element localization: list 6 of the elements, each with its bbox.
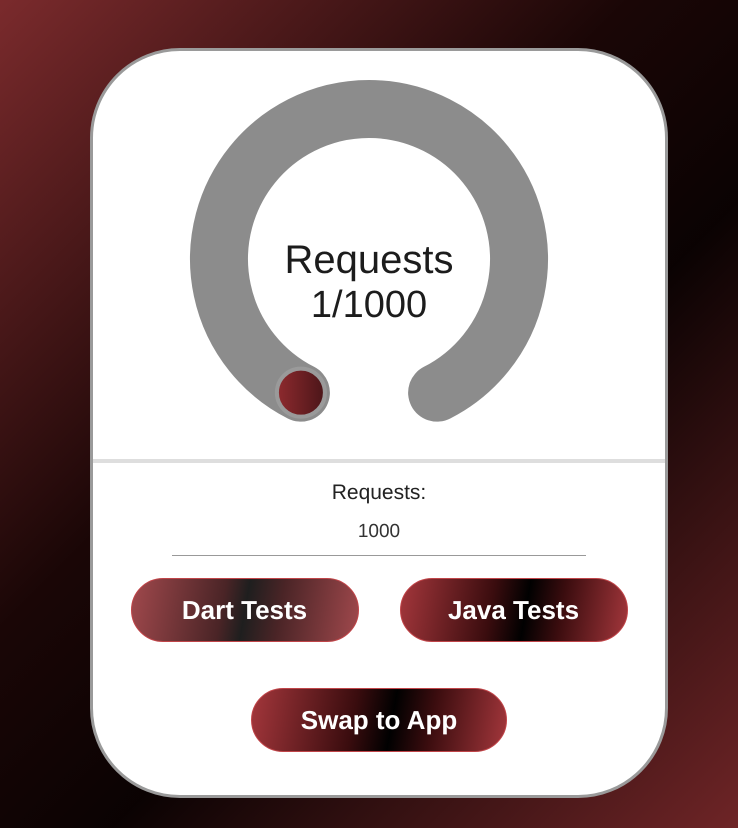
test-button[interactable]: Dart Tests [130, 578, 358, 642]
gauge-reading: 1/1000 [310, 283, 428, 327]
test-button[interactable]: Java Tests [400, 578, 628, 642]
field-label: Requests: [332, 481, 426, 505]
swap-button[interactable]: Swap to App [251, 688, 507, 752]
gauge-title: Requests [284, 237, 454, 283]
